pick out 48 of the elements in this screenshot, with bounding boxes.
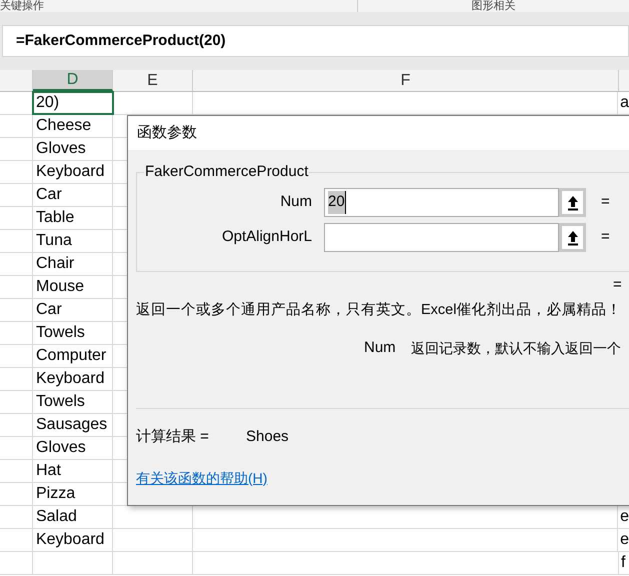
equals-sign: = (613, 274, 622, 295)
column-header[interactable]: F (193, 70, 619, 91)
argument-description: 返回记录数，默认不输入返回一个 (411, 338, 621, 358)
column-header[interactable]: E (113, 70, 193, 91)
argument-field[interactable] (324, 223, 559, 252)
upload-arrow-icon (566, 194, 578, 210)
collapse-dialog-button[interactable] (559, 188, 586, 217)
table-cell[interactable]: Pizza (33, 483, 113, 505)
argument-label: Num (279, 192, 313, 212)
column-header[interactable]: D (33, 70, 113, 91)
table-cell[interactable]: 20) (32, 92, 113, 114)
table-cell[interactable]: Gloves (33, 437, 113, 459)
table-cell-text: e (620, 507, 629, 527)
argument-field[interactable]: 20 (324, 188, 559, 217)
table-cell[interactable]: Car (33, 299, 113, 321)
upload-arrow-icon (566, 230, 578, 246)
function-description: 返回一个或多个通用产品名称，只有英文。Excel催化剂出品，必属精品！ (136, 300, 622, 320)
argument-name: Num (364, 338, 397, 358)
help-link[interactable]: 有关该函数的帮助(H) (136, 468, 268, 488)
table-cell-text: e (620, 530, 629, 550)
table-cell[interactable]: Gloves (33, 138, 113, 160)
result-label: 计算结果 = (136, 426, 210, 447)
table-cell-text: f (621, 553, 626, 573)
table-cell[interactable]: Keyboard (32, 529, 113, 551)
collapse-dialog-button[interactable] (559, 223, 586, 252)
table-cell[interactable]: Computer (33, 345, 113, 367)
ribbon-group-label: 关键操作 (0, 1, 44, 12)
equals-sign: = (601, 227, 610, 248)
equals-sign: = (601, 192, 610, 212)
result-value: Shoes (246, 426, 289, 447)
formula-bar[interactable]: =FakerCommerceProduct(20) (2, 25, 629, 57)
table-cell[interactable]: Towels (33, 322, 113, 344)
table-cell[interactable]: Keyboard (33, 368, 113, 390)
dialog-title: 函数参数 (137, 122, 197, 143)
argument-label: OptAlignHorL (220, 227, 313, 248)
table-cell[interactable]: Mouse (33, 276, 113, 298)
table-cell[interactable]: Cheese (33, 115, 113, 137)
table-cell[interactable]: Sausages (33, 414, 113, 436)
ribbon-group-label: 图形相关 (472, 1, 516, 12)
table-cell[interactable]: Keyboard (33, 161, 113, 183)
table-cell[interactable]: Tuna (33, 230, 113, 252)
table-cell[interactable]: Car (33, 184, 113, 206)
table-cell[interactable]: Hat (33, 460, 113, 482)
table-cell[interactable]: Towels (33, 391, 113, 413)
table-cell[interactable]: Table (33, 207, 113, 229)
table-cell-text: a (620, 93, 629, 113)
table-cell[interactable]: Chair (33, 253, 113, 275)
table-cell[interactable]: Salad (32, 506, 113, 528)
